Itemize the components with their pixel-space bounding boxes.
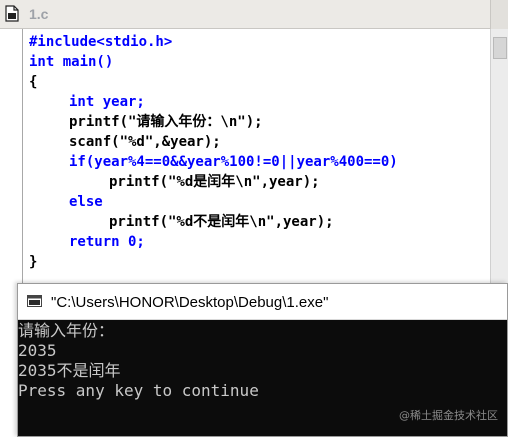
code-line: if(year%4==0&&year%100!=0||year%400==0) [69,154,398,170]
code-line: printf("%d是闰年\n",year); [109,174,320,190]
editor-window-control[interactable] [490,0,508,29]
console-window[interactable]: "C:\Users\HONOR\Desktop\Debug\1.exe" 请输入… [17,283,508,437]
watermark: @稀土掘金技术社区 [399,409,498,422]
console-line: 2035不是闰年 [18,361,121,380]
code-line: printf("请输入年份：\n"); [69,114,263,130]
code-line: else [69,194,103,210]
code-line: } [29,254,38,270]
console-line: 2035 [18,341,57,360]
code-line: #include<stdio.h> [29,34,173,50]
console-window-icon [27,295,42,307]
code-listing: #include<stdio.h> int main() { int year;… [29,32,398,272]
document-icon [5,5,19,22]
scrollbar-thumb[interactable] [493,37,507,59]
editor-title-bar: 1.c [0,0,508,29]
console-title-bar[interactable]: "C:\Users\HONOR\Desktop\Debug\1.exe" [18,284,507,320]
code-editor[interactable]: #include<stdio.h> int main() { int year;… [23,29,489,285]
code-line: printf("%d不是闰年\n",year); [109,214,334,230]
console-line: 请输入年份： [18,321,115,340]
code-line: { [29,74,38,90]
console-output: 请输入年份： 2035 2035不是闰年 Press any key to co… [18,321,259,401]
code-line: scanf("%d",&year); [69,134,221,150]
console-title: "C:\Users\HONOR\Desktop\Debug\1.exe" [51,294,329,311]
editor-tab-title[interactable]: 1.c [29,6,48,22]
code-line: int main() [29,54,114,70]
console-line: Press any key to continue [18,381,259,400]
editor-scrollbar[interactable] [490,29,508,285]
code-line: return 0; [69,234,145,250]
code-line: int year; [69,94,145,110]
